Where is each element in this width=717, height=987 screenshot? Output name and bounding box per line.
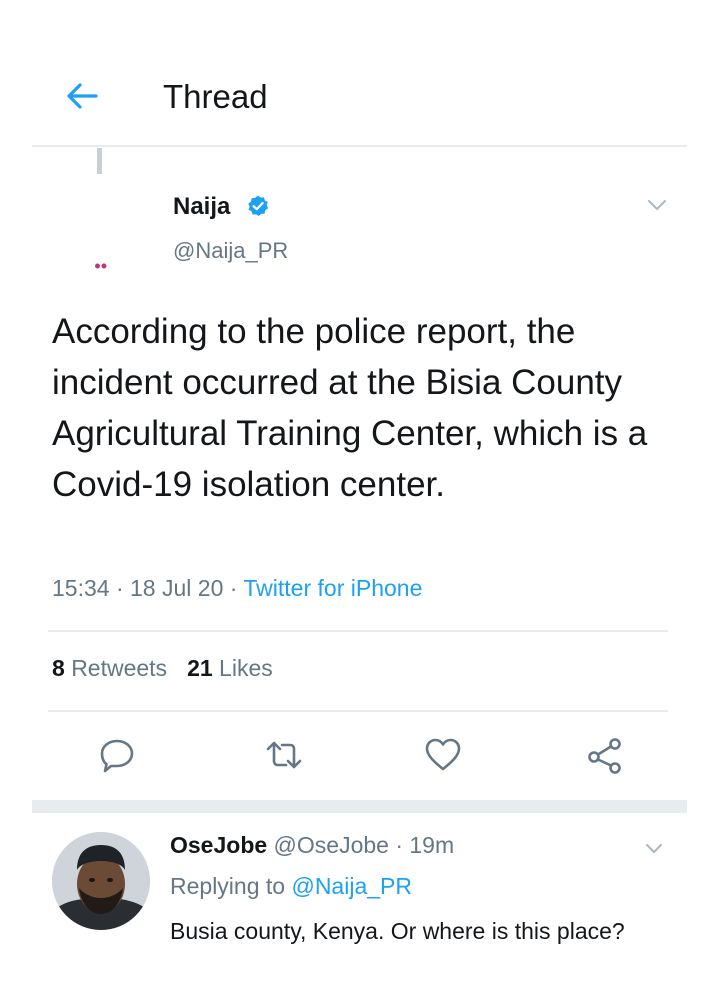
verified-badge-icon bbox=[248, 195, 268, 216]
avatar[interactable] bbox=[84, 178, 154, 273]
reply-text: Busia county, Kenya. Or where is this pl… bbox=[170, 918, 625, 944]
tweet-text: According to the police report, the inci… bbox=[52, 312, 648, 504]
share-button[interactable] bbox=[585, 735, 625, 775]
author-handle[interactable]: @Naija_PR bbox=[173, 238, 288, 264]
section-separator bbox=[32, 800, 687, 813]
replying-to: Replying to @Naija_PR bbox=[170, 873, 412, 900]
avatar[interactable] bbox=[52, 832, 150, 930]
tweet-meta: 15:34 · 18 Jul 20 · Twitter for iPhone bbox=[52, 575, 422, 602]
arrow-left-icon bbox=[67, 83, 98, 109]
retweets-count: 8 bbox=[52, 655, 65, 681]
thread-connector-line bbox=[97, 148, 102, 174]
reply-button[interactable] bbox=[97, 735, 137, 775]
meta-separator: · bbox=[223, 575, 244, 601]
profile-photo bbox=[52, 832, 150, 930]
heart-icon bbox=[425, 738, 461, 771]
like-button[interactable] bbox=[423, 735, 463, 775]
tweet-date: 18 Jul 20 bbox=[130, 575, 224, 601]
tweet-source-link[interactable]: Twitter for iPhone bbox=[243, 575, 422, 601]
tweet-stats: 8 Retweets 21 Likes bbox=[52, 655, 273, 682]
replying-mention-link[interactable]: @Naija_PR bbox=[291, 873, 412, 899]
avatar-dots-icon bbox=[95, 263, 107, 269]
likes-count: 21 bbox=[187, 655, 213, 681]
divider bbox=[32, 145, 687, 147]
replying-prefix: Replying to bbox=[170, 873, 292, 899]
header-bar: Thread bbox=[0, 0, 717, 147]
retweet-button[interactable] bbox=[264, 735, 304, 775]
reply-handle-time: @OseJobe · 19m bbox=[267, 832, 455, 858]
likes-label: Likes bbox=[219, 655, 273, 681]
back-button[interactable] bbox=[62, 78, 102, 114]
chevron-down-icon[interactable] bbox=[646, 198, 668, 212]
share-icon bbox=[588, 738, 621, 774]
page-title: Thread bbox=[163, 78, 268, 115]
avatar-image bbox=[84, 178, 154, 258]
chevron-down-icon[interactable] bbox=[644, 842, 664, 855]
speech-bubble-icon bbox=[100, 739, 134, 773]
likes-stat[interactable]: 21 Likes bbox=[187, 655, 273, 681]
retweets-stat[interactable]: 8 Retweets bbox=[52, 655, 167, 681]
retweets-label: Retweets bbox=[71, 655, 168, 681]
tweet-time: 15:34 bbox=[52, 575, 110, 601]
divider bbox=[48, 710, 668, 712]
divider bbox=[48, 630, 668, 632]
retweet-icon bbox=[266, 741, 302, 769]
author-name[interactable]: Naija bbox=[173, 193, 230, 221]
reply-header: OseJobe @OseJobe · 19m bbox=[170, 832, 454, 859]
meta-separator: · bbox=[109, 575, 131, 601]
reply-author-name[interactable]: OseJobe bbox=[170, 832, 267, 858]
